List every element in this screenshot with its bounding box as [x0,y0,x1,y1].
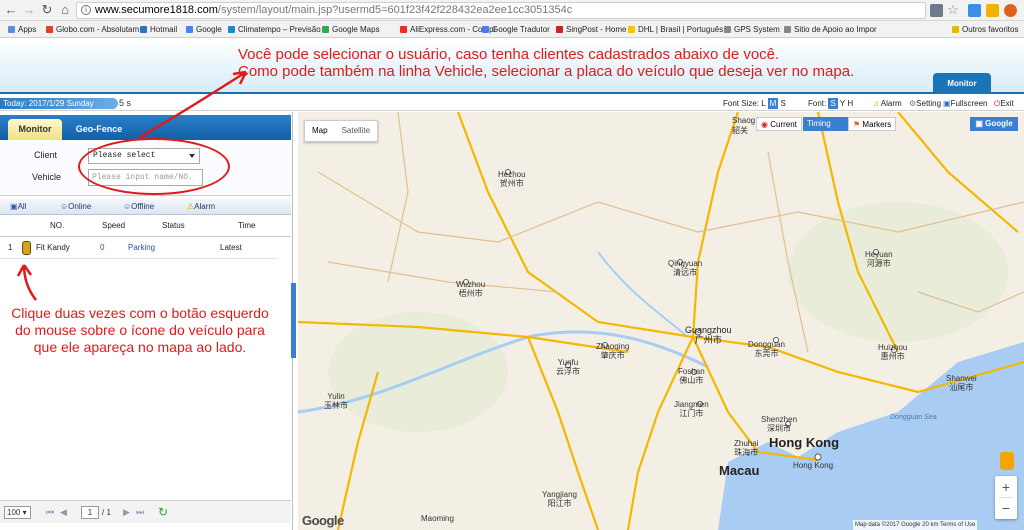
map-label-huizhou: Huizhou 惠州市 [878,343,908,361]
map-view[interactable]: Shaog 韶关 Hezhou 贺州市 Qingyuan 清远市 Heyuan 河源市 … [298,112,1024,530]
map-label-yangjiang: Yangjiang 阳江市 [542,490,577,508]
map-label-wuzhou: Wuzhou 梧州市 [456,280,486,298]
map-type-map[interactable]: Map [305,121,335,141]
current-button[interactable]: ◉ Current [756,117,802,131]
map-label-maoming: Maoming [421,514,454,523]
map-attribution[interactable]: Map data ©2017 Google 20 km Terms of Use [853,520,978,530]
map-label-shaoguan: Shaog 韶关 [732,116,756,135]
zoom-in-button[interactable]: + [995,477,1017,497]
google-map-button[interactable]: ▣ Google [970,117,1018,131]
map-label-hong-kong: Hong Kong [769,435,840,450]
map-type-satellite[interactable]: Satellite [335,121,377,141]
map-label-yunfu: Yunfu 云浮市 [556,358,580,376]
map-label-sea: Dongguan Sea [890,414,937,421]
map-label-hezhou: Hezhou 贺州市 [498,170,526,188]
map-label-foshan: Foshan 佛山市 [678,367,705,385]
timing-button[interactable]: Timing [803,117,848,131]
map-label-zhaoqing: Zhaoqing 肇庆市 [596,342,630,360]
map-label-qingyuan: Qingyuan 清远市 [668,259,703,277]
g-icon: ▣ [975,119,983,128]
markers-button[interactable]: ⚑ Markers [848,117,897,131]
map-label-shanwei: Shanwei 汕尾市 [946,374,977,392]
map-label-guangzhou: Guangzhou 广州市 [685,325,732,345]
map-type-control: Map Satellite [304,120,379,142]
map-label-yulin: Yulin 玉林市 [324,392,348,410]
pin-icon: ⚑ [853,120,861,129]
map-label-zhuhai: Zhuhai 珠海市 [734,439,759,457]
street-view-pegman-icon[interactable] [1000,452,1014,470]
screen: ← → ↻ ⌂ i www.secumore1818.com/system/la… [0,0,1024,530]
map-label-macau: Macau [719,463,760,478]
marker-icon: ◉ [761,120,768,129]
map-label-dongguan: Dongguan 东莞市 [748,340,785,358]
map-label-jiangmen: Jiangmen 江门市 [674,400,709,418]
zoom-control: + − [995,476,1017,519]
zoom-out-button[interactable]: − [995,498,1017,518]
map-label-heyuan: Heyuan 河源市 [865,250,893,268]
google-logo: Google [302,513,344,528]
map-canvas [298,112,1024,530]
map-label-hong-kong-sub: Hong Kong [793,461,834,470]
map-label-shenzhen: Shenzhen 深圳市 [761,415,798,433]
